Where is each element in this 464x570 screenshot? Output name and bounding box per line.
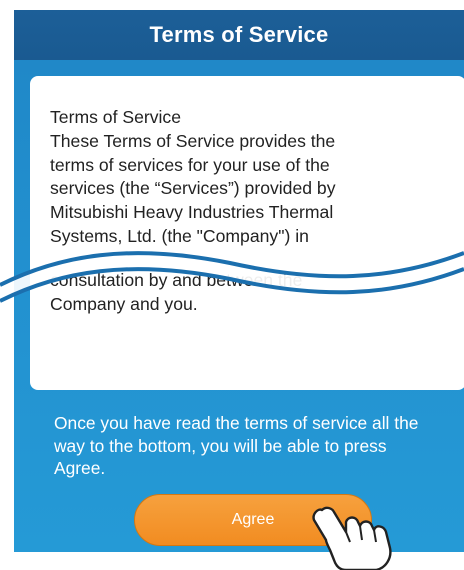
app-screen: Terms of Service Terms of Service These …: [14, 10, 464, 552]
instruction-text: Once you have read the terms of service …: [54, 413, 419, 478]
terms-text-top: Terms of Service These Terms of Service …: [50, 106, 450, 249]
terms-line: services (the “Services”) provided by: [50, 178, 336, 199]
terms-line: Terms of Service: [50, 107, 182, 127]
terms-line: Systems, Ltd. (the "Company") in: [50, 225, 309, 246]
terms-text-bottom: consultation by and between the Company …: [50, 269, 450, 317]
pointing-hand-icon: [312, 506, 392, 570]
terms-line: Mitsubishi Heavy Industries Thermal: [50, 202, 334, 223]
header-bar: Terms of Service: [14, 10, 464, 60]
terms-line: These Terms of Service provides the: [50, 130, 336, 151]
terms-line: consultation by and between the: [50, 270, 303, 290]
terms-line: terms of services for your use of the: [50, 154, 330, 175]
page-title: Terms of Service: [149, 22, 329, 47]
terms-line: Company and you.: [50, 293, 198, 314]
agree-button-label: Agree: [231, 511, 275, 528]
terms-scroll-box[interactable]: Terms of Service These Terms of Service …: [30, 76, 464, 390]
